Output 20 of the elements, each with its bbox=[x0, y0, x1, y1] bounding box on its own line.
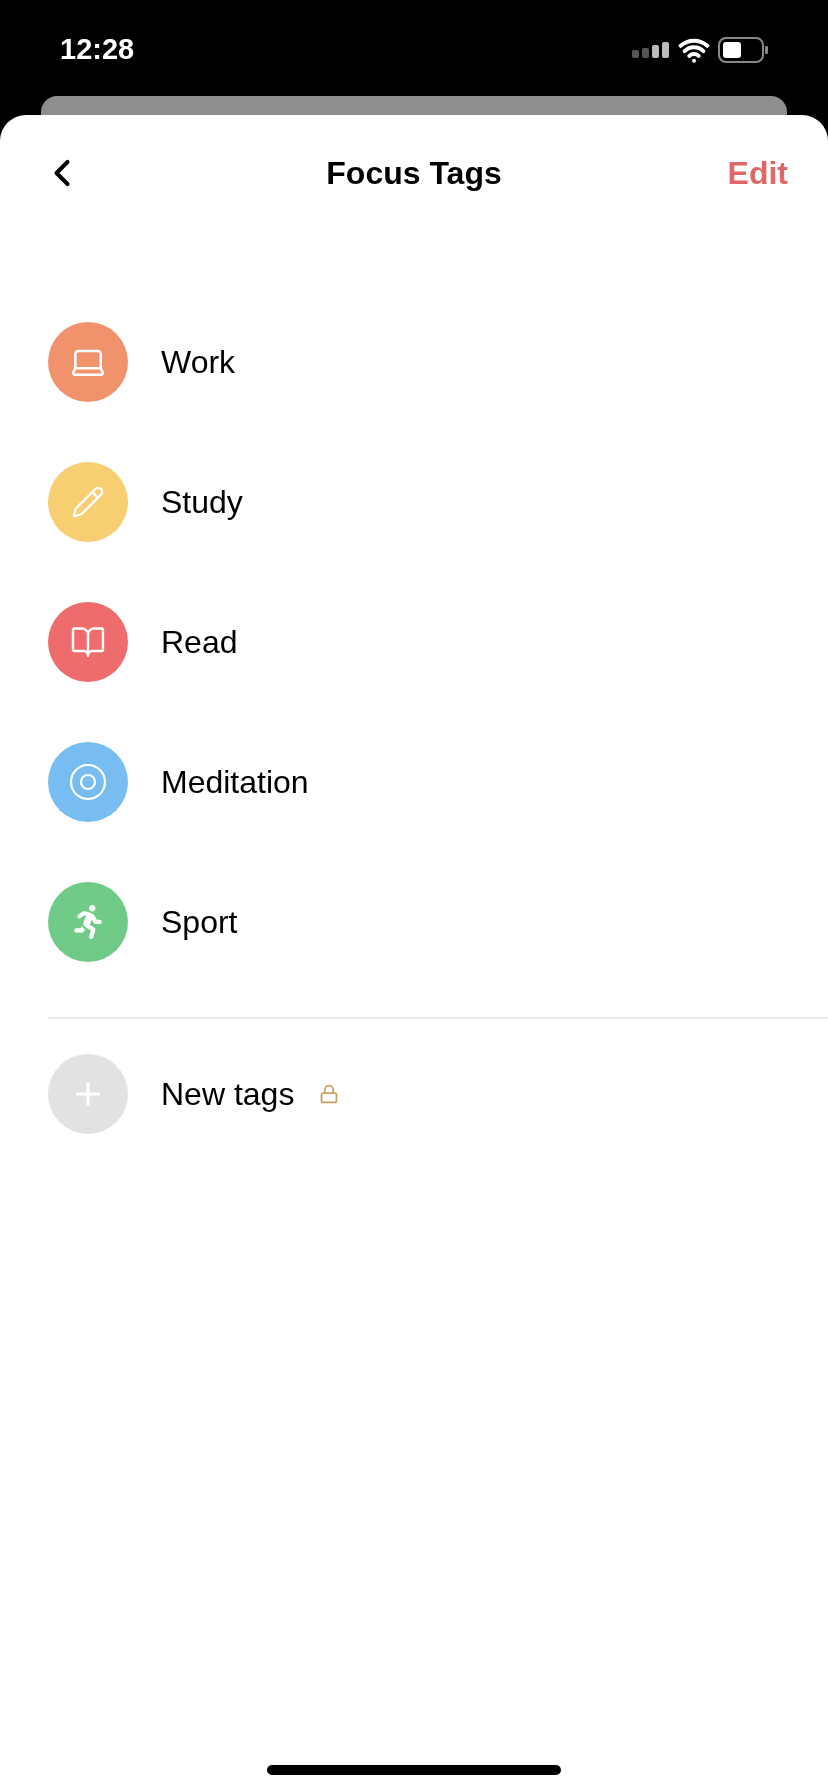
page-title: Focus Tags bbox=[326, 154, 502, 193]
pencil-icon bbox=[71, 485, 105, 519]
tag-label: Read bbox=[161, 623, 238, 662]
battery-icon bbox=[718, 37, 768, 63]
signal-icon bbox=[632, 42, 670, 58]
tag-row[interactable]: Read bbox=[0, 572, 828, 712]
tag-row[interactable]: Work bbox=[0, 292, 828, 432]
tag-label: Work bbox=[161, 343, 236, 382]
tag-row[interactable]: Study bbox=[0, 432, 828, 572]
target-icon bbox=[69, 763, 107, 801]
tag-label: Meditation bbox=[161, 763, 309, 802]
status-time: 12:28 bbox=[60, 32, 135, 68]
tag-row[interactable]: Meditation bbox=[0, 712, 828, 852]
runner-icon bbox=[71, 905, 105, 939]
book-icon bbox=[70, 624, 106, 660]
tag-row[interactable]: Sport bbox=[0, 852, 828, 992]
tag-label: Study bbox=[161, 483, 243, 522]
new-tag-row[interactable]: New tags bbox=[0, 1019, 828, 1169]
tag-label: Sport bbox=[161, 903, 238, 942]
new-tag-label: New tags bbox=[161, 1075, 295, 1114]
